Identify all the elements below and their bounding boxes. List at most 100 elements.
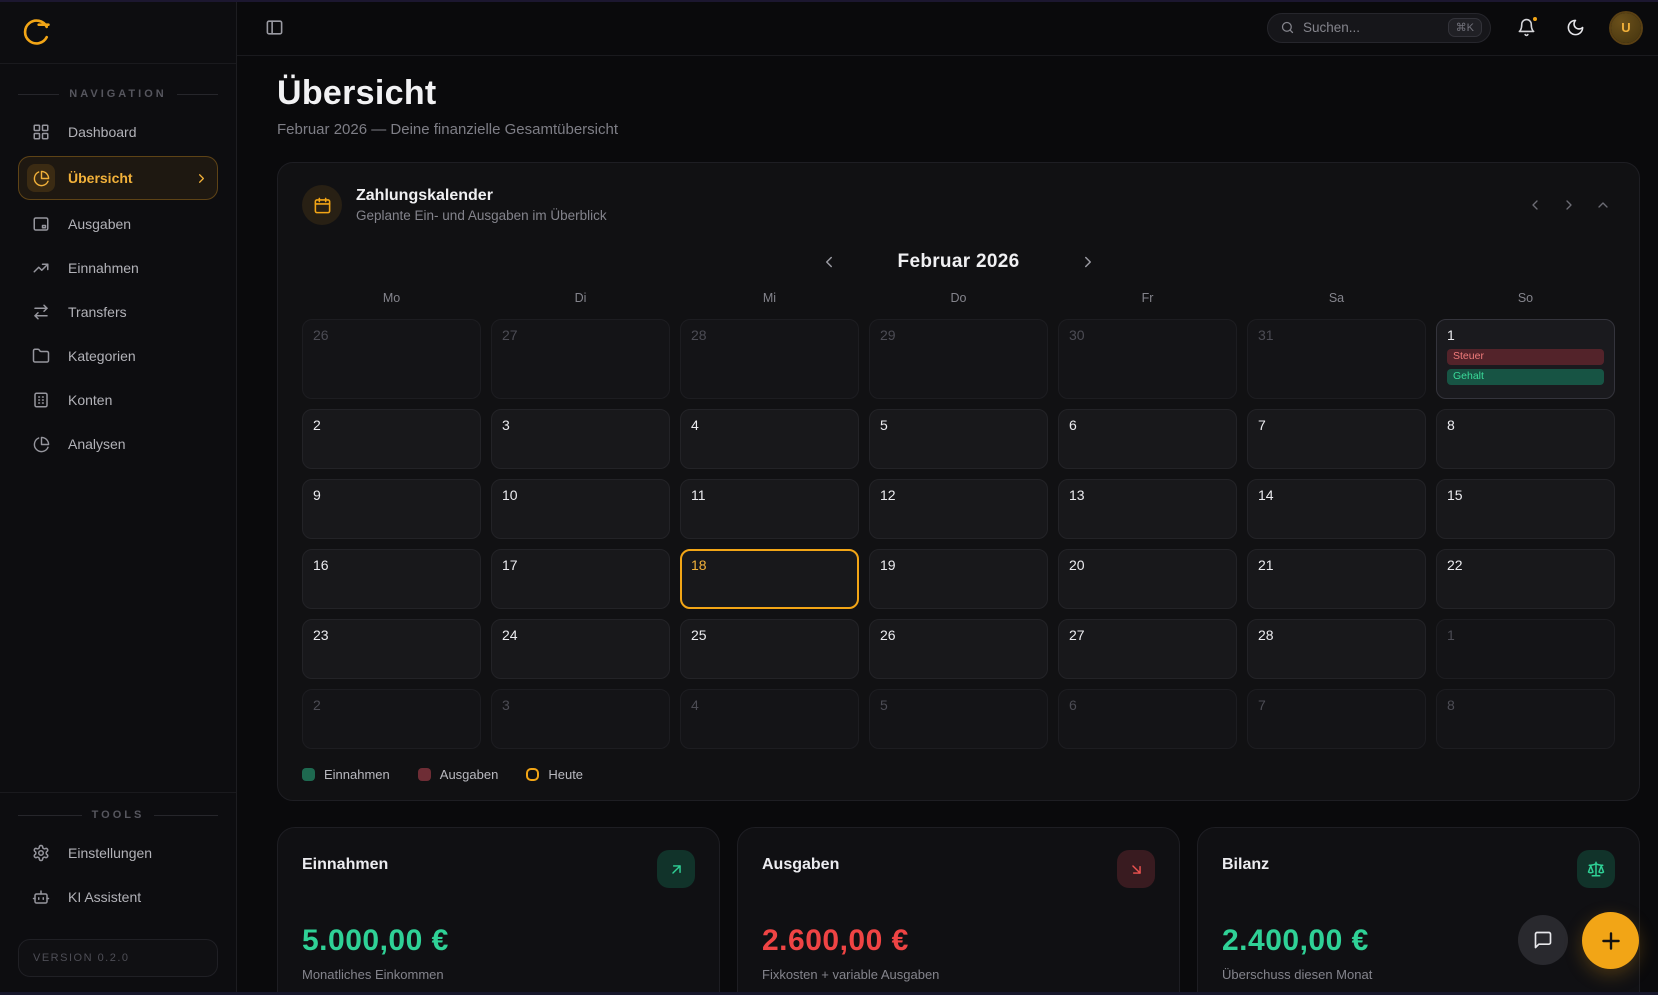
calendar-day-cell[interactable]: 28	[680, 319, 859, 399]
main-area: ⌘K U Übersicht Februar 2026 — Deine fina…	[237, 0, 1658, 995]
day-number: 7	[1258, 417, 1415, 433]
next-month-button[interactable]	[1075, 249, 1101, 275]
sidebar-item-einnahmen[interactable]: Einnahmen	[18, 248, 218, 288]
calendar-day-cell[interactable]: 25	[680, 619, 859, 679]
calendar-day-cell[interactable]: 26	[302, 319, 481, 399]
calendar-day-cell[interactable]: 14	[1247, 479, 1426, 539]
sidebar-item-kategorien[interactable]: Kategorien	[18, 336, 218, 376]
panel-left-icon	[265, 18, 284, 37]
calendar-day-cell[interactable]: 8	[1436, 409, 1615, 469]
calendar-day-cell[interactable]: 13	[1058, 479, 1237, 539]
weekday-label: Do	[869, 291, 1048, 305]
chat-fab-button[interactable]	[1518, 915, 1568, 965]
search-bar[interactable]: ⌘K	[1267, 13, 1491, 43]
calendar-day-cell[interactable]: 23	[302, 619, 481, 679]
calendar-day-cell[interactable]: 5	[869, 689, 1048, 749]
calendar-day-cell[interactable]: 3	[491, 409, 670, 469]
calendar-day-cell[interactable]: 6	[1058, 409, 1237, 469]
building-icon	[27, 386, 55, 414]
calendar-day-cell[interactable]: 18	[680, 549, 859, 609]
calendar-day-cell[interactable]: 1	[1436, 619, 1615, 679]
weekday-label: Mi	[680, 291, 859, 305]
calendar-day-cell[interactable]: 30	[1058, 319, 1237, 399]
day-number: 19	[880, 557, 1037, 573]
card-next-button[interactable]	[1557, 193, 1581, 217]
stat-value: 2.600,00 €	[762, 924, 1155, 958]
calendar-day-cell[interactable]: 7	[1247, 409, 1426, 469]
stat-subtitle: Fixkosten + variable Ausgaben	[762, 967, 1155, 982]
calendar-day-cell[interactable]: 10	[491, 479, 670, 539]
stat-subtitle: Monatliches Einkommen	[302, 967, 695, 982]
calendar-day-cell[interactable]: 17	[491, 549, 670, 609]
calendar-day-cell[interactable]: 2	[302, 409, 481, 469]
calendar-day-cell[interactable]: 5	[869, 409, 1048, 469]
calendar-day-cell[interactable]: 15	[1436, 479, 1615, 539]
card-prev-button[interactable]	[1523, 193, 1547, 217]
sidebar-item-label: Konten	[68, 392, 112, 408]
calendar-day-cell[interactable]: 1 SteuerGehalt	[1436, 319, 1615, 399]
calendar-day-cell[interactable]: 27	[491, 319, 670, 399]
previous-month-button[interactable]	[816, 249, 842, 275]
day-number: 2	[313, 697, 470, 713]
sidebar-toggle-button[interactable]	[261, 14, 288, 41]
search-shortcut-badge: ⌘K	[1448, 18, 1482, 37]
calendar-day-cell[interactable]: 19	[869, 549, 1048, 609]
calendar-day-cell[interactable]: 6	[1058, 689, 1237, 749]
calendar-day-cell[interactable]: 31	[1247, 319, 1426, 399]
sidebar-item-einstellungen[interactable]: Einstellungen	[18, 833, 218, 873]
calendar-day-cell[interactable]: 28	[1247, 619, 1426, 679]
calendar-day-cell[interactable]: 9	[302, 479, 481, 539]
calendar-day-cell[interactable]: 11	[680, 479, 859, 539]
scale-icon	[1577, 850, 1615, 888]
card-collapse-button[interactable]	[1591, 193, 1615, 217]
legend-item-heute: Heute	[526, 767, 583, 782]
day-number: 28	[691, 327, 848, 343]
calendar-day-cell[interactable]: 29	[869, 319, 1048, 399]
page-title: Übersicht	[277, 74, 1640, 113]
event-pill[interactable]: Gehalt	[1447, 369, 1604, 385]
day-number: 4	[691, 417, 848, 433]
notifications-button[interactable]	[1513, 14, 1540, 41]
add-fab-button[interactable]	[1582, 912, 1639, 969]
calendar-day-cell[interactable]: 2	[302, 689, 481, 749]
tools-section: TOOLS Einstellungen KI Assistent VERSION…	[0, 792, 236, 995]
sidebar-item-uebersicht[interactable]: Übersicht	[18, 156, 218, 200]
calendar-card-title: Zahlungskalender	[356, 187, 607, 205]
calendar-day-cell[interactable]: 4	[680, 689, 859, 749]
sidebar-item-analysen[interactable]: Analysen	[18, 424, 218, 464]
calendar-day-cell[interactable]: 8	[1436, 689, 1615, 749]
sidebar-item-label: Einnahmen	[68, 260, 139, 276]
theme-toggle-button[interactable]	[1562, 14, 1589, 41]
sidebar-item-konten[interactable]: Konten	[18, 380, 218, 420]
event-pill[interactable]: Steuer	[1447, 349, 1604, 365]
calendar-day-cell[interactable]: 24	[491, 619, 670, 679]
sidebar-item-transfers[interactable]: Transfers	[18, 292, 218, 332]
stat-subtitle: Überschuss diesen Monat	[1222, 967, 1615, 982]
calendar-day-cell[interactable]: 16	[302, 549, 481, 609]
calendar-day-cell[interactable]: 20	[1058, 549, 1237, 609]
stat-title: Bilanz	[1222, 850, 1269, 874]
calendar-day-cell[interactable]: 12	[869, 479, 1048, 539]
sidebar-item-dashboard[interactable]: Dashboard	[18, 112, 218, 152]
calendar-day-cell[interactable]: 3	[491, 689, 670, 749]
sidebar-item-ki-assistent[interactable]: KI Assistent	[18, 877, 218, 917]
nav-section-label: NAVIGATION	[18, 88, 218, 100]
search-input[interactable]	[1303, 20, 1440, 35]
window-edge-top	[0, 0, 1658, 2]
weekday-label: Sa	[1247, 291, 1426, 305]
calendar-day-cell[interactable]: 27	[1058, 619, 1237, 679]
day-number: 27	[502, 327, 659, 343]
calendar-day-cell[interactable]: 22	[1436, 549, 1615, 609]
tools-section-label: TOOLS	[18, 809, 218, 821]
page-content: Übersicht Februar 2026 — Deine finanziel…	[237, 56, 1658, 995]
sidebar-item-ausgaben[interactable]: Ausgaben	[18, 204, 218, 244]
calendar-day-cell[interactable]: 26	[869, 619, 1048, 679]
day-number: 5	[880, 697, 1037, 713]
calendar-day-cell[interactable]: 21	[1247, 549, 1426, 609]
day-number: 16	[313, 557, 470, 573]
day-number: 2	[313, 417, 470, 433]
calendar-day-cell[interactable]: 4	[680, 409, 859, 469]
avatar[interactable]: U	[1611, 13, 1641, 43]
tools-nav: Einstellungen KI Assistent	[0, 833, 236, 917]
calendar-day-cell[interactable]: 7	[1247, 689, 1426, 749]
